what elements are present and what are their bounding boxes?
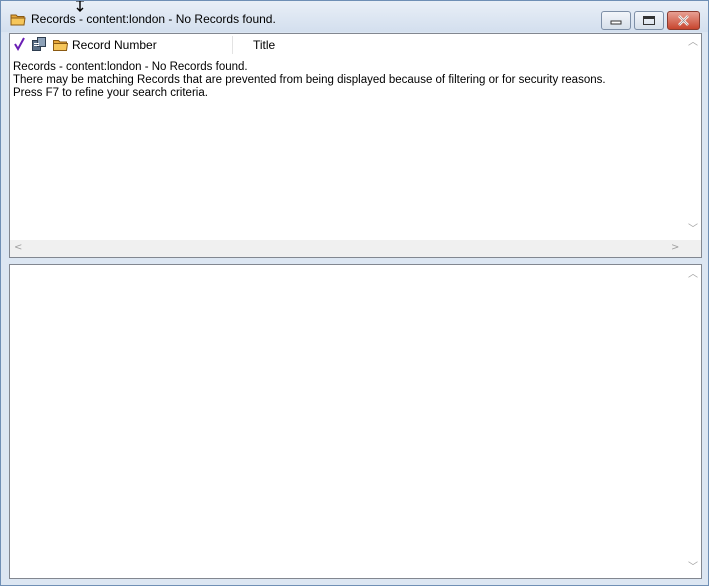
minimize-icon bbox=[610, 20, 622, 25]
close-icon bbox=[678, 15, 689, 26]
title-bar[interactable]: Records - content:london - No Records fo… bbox=[1, 1, 708, 32]
column-header-record-number[interactable]: Record Number bbox=[72, 38, 157, 52]
no-records-message: Records - content:london - No Records fo… bbox=[13, 61, 606, 100]
scroll-down-icon[interactable]: ﹀ bbox=[688, 225, 698, 235]
mouse-cursor-icon bbox=[76, 1, 84, 12]
close-button[interactable] bbox=[667, 11, 700, 30]
checkmark-icon[interactable] bbox=[14, 37, 26, 51]
scrollbar-corner bbox=[684, 240, 701, 257]
preview-pane[interactable]: ︿ ﹀ bbox=[9, 264, 702, 579]
scroll-left-icon[interactable]: < bbox=[14, 243, 22, 253]
records-window: Records - content:london - No Records fo… bbox=[0, 0, 709, 586]
maximize-icon bbox=[643, 16, 655, 25]
vertical-scrollbar[interactable]: ︿ ﹀ bbox=[684, 265, 701, 578]
scroll-down-icon[interactable]: ﹀ bbox=[688, 563, 698, 573]
folder-icon bbox=[53, 40, 68, 51]
message-line: Records - content:london - No Records fo… bbox=[13, 61, 248, 73]
folder-icon bbox=[10, 14, 26, 26]
column-header-row: Record Number Title bbox=[10, 34, 684, 54]
vertical-scrollbar[interactable]: ︿ ﹀ bbox=[684, 34, 701, 240]
minimize-button[interactable] bbox=[601, 11, 631, 30]
message-line: There may be matching Records that are p… bbox=[13, 74, 606, 86]
message-line: Press F7 to refine your search criteria. bbox=[13, 87, 208, 99]
column-divider[interactable] bbox=[232, 36, 233, 54]
maximize-button[interactable] bbox=[634, 11, 664, 30]
records-list-pane[interactable]: Record Number Title Records - content:lo… bbox=[9, 33, 702, 258]
document-icon[interactable] bbox=[32, 37, 46, 51]
scroll-right-icon[interactable]: > bbox=[671, 243, 679, 253]
scroll-up-icon[interactable]: ︿ bbox=[688, 38, 698, 48]
horizontal-scrollbar[interactable]: < > bbox=[10, 240, 684, 257]
window-title: Records - content:london - No Records fo… bbox=[31, 12, 276, 26]
scroll-up-icon[interactable]: ︿ bbox=[688, 270, 698, 280]
column-header-title[interactable]: Title bbox=[253, 38, 275, 52]
pane-splitter[interactable] bbox=[9, 258, 702, 263]
